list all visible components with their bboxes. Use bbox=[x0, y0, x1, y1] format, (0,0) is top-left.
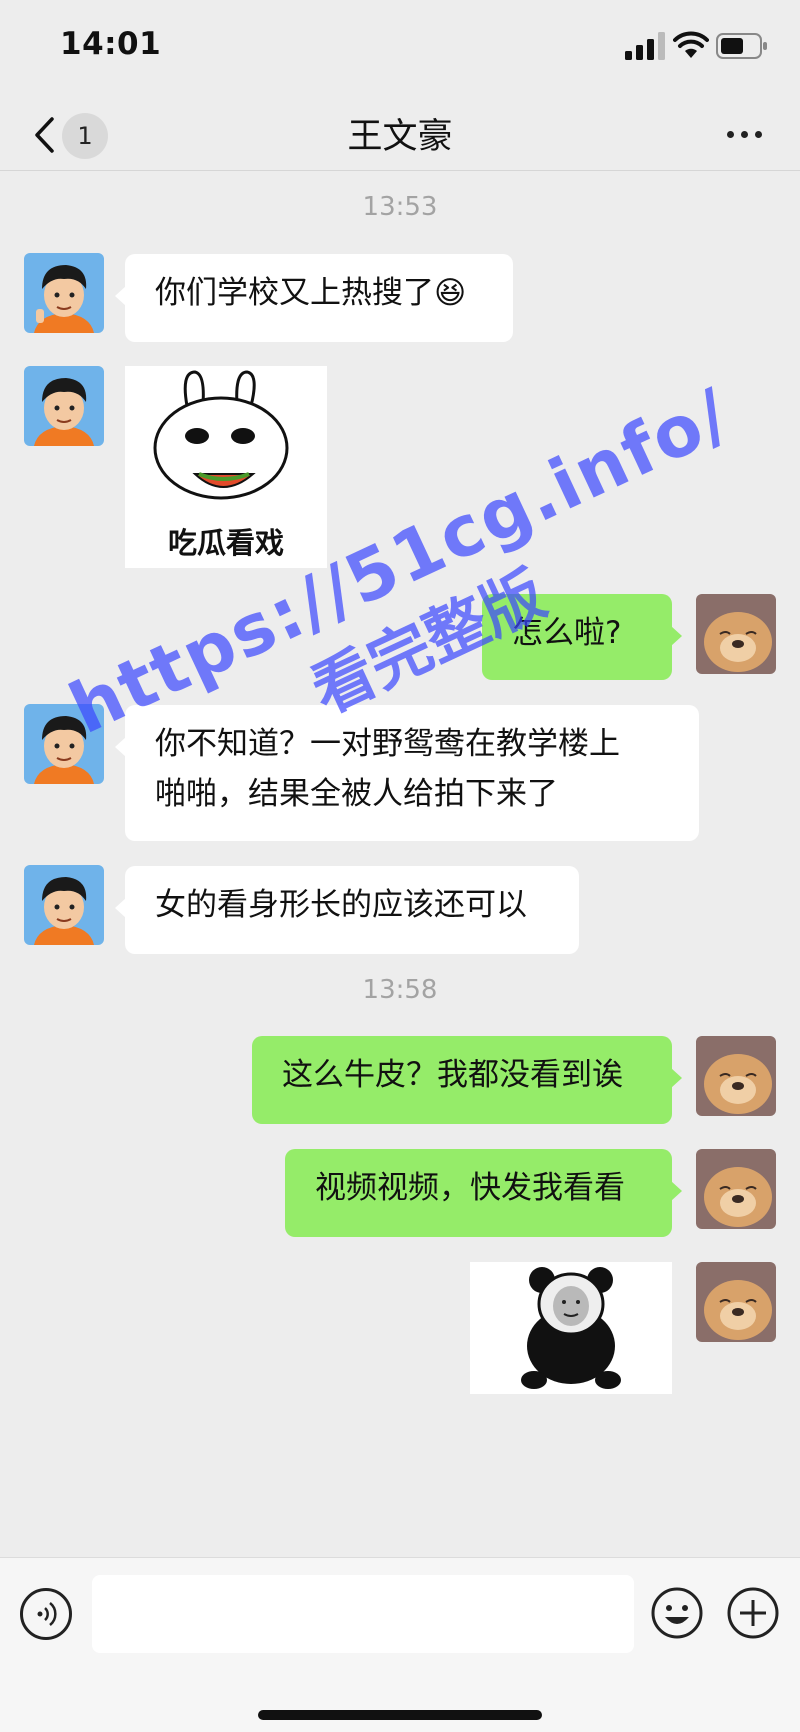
timestamp: 13:53 bbox=[362, 192, 438, 222]
sticker-caption: 吃瓜看戏 bbox=[167, 526, 284, 560]
emoji-icon bbox=[651, 1587, 703, 1639]
voice-button[interactable] bbox=[20, 1588, 72, 1640]
status-bar: 14:01 bbox=[0, 0, 800, 100]
timestamp: 13:58 bbox=[362, 975, 438, 1005]
message-bubble-incoming[interactable]: 你们学校又上热搜了😆 bbox=[115, 254, 513, 342]
message-text: 这么牛皮？我都没看到诶 bbox=[282, 1057, 623, 1093]
message-text: 女的看身形长的应该还可以 bbox=[155, 887, 527, 923]
input-bar bbox=[0, 1557, 800, 1732]
panda-sticker-icon bbox=[521, 1267, 621, 1389]
my-avatar[interactable] bbox=[696, 1149, 776, 1229]
my-avatar[interactable] bbox=[696, 1036, 776, 1116]
friend-avatar[interactable] bbox=[24, 366, 104, 446]
plus-icon bbox=[727, 1587, 779, 1639]
wifi-icon bbox=[673, 31, 709, 58]
message-bubble-incoming[interactable]: 你不知道？一对野鸳鸯在教学楼上 啪啪，结果全被人给拍下来了 bbox=[115, 705, 699, 841]
message-text: 怎么啦? bbox=[512, 615, 622, 651]
friend-avatar[interactable] bbox=[24, 865, 104, 945]
friend-avatar[interactable] bbox=[24, 253, 104, 333]
chat-title: 王文豪 bbox=[347, 117, 453, 157]
my-avatar[interactable] bbox=[696, 594, 776, 674]
status-time: 14:01 bbox=[60, 26, 162, 62]
plus-button[interactable] bbox=[726, 1586, 780, 1640]
emoji-button[interactable] bbox=[650, 1586, 704, 1640]
sticker-message[interactable]: 吃瓜看戏 bbox=[125, 366, 327, 568]
more-button[interactable] bbox=[720, 114, 770, 154]
message-bubble-incoming[interactable]: 女的看身形长的应该还可以 bbox=[115, 866, 579, 954]
friend-avatar[interactable] bbox=[24, 704, 104, 784]
home-indicator bbox=[258, 1710, 542, 1720]
message-bubble-outgoing[interactable]: 这么牛皮？我都没看到诶 bbox=[252, 1036, 682, 1124]
battery-icon bbox=[716, 33, 767, 59]
my-avatar[interactable] bbox=[696, 1262, 776, 1342]
message-bubble-outgoing[interactable]: 怎么啦? bbox=[482, 594, 682, 680]
message-text-line-2: 啪啪，结果全被人给拍下来了 bbox=[155, 776, 558, 812]
message-text: 你们学校又上热搜了😆 bbox=[155, 275, 467, 311]
nav-bar: 1 王文豪 bbox=[0, 100, 800, 171]
message-text-line-1: 你不知道？一对野鸳鸯在教学楼上 bbox=[155, 726, 620, 762]
sticker-message[interactable] bbox=[470, 1262, 672, 1394]
message-input[interactable] bbox=[92, 1575, 634, 1653]
signal-icon bbox=[625, 32, 665, 60]
voice-icon bbox=[37, 1602, 57, 1626]
message-text: 视频视频，快发我看看 bbox=[315, 1170, 625, 1206]
more-dots-icon bbox=[727, 131, 734, 138]
message-bubble-outgoing[interactable]: 视频视频，快发我看看 bbox=[285, 1149, 682, 1237]
rabbit-sticker-icon bbox=[153, 370, 289, 500]
